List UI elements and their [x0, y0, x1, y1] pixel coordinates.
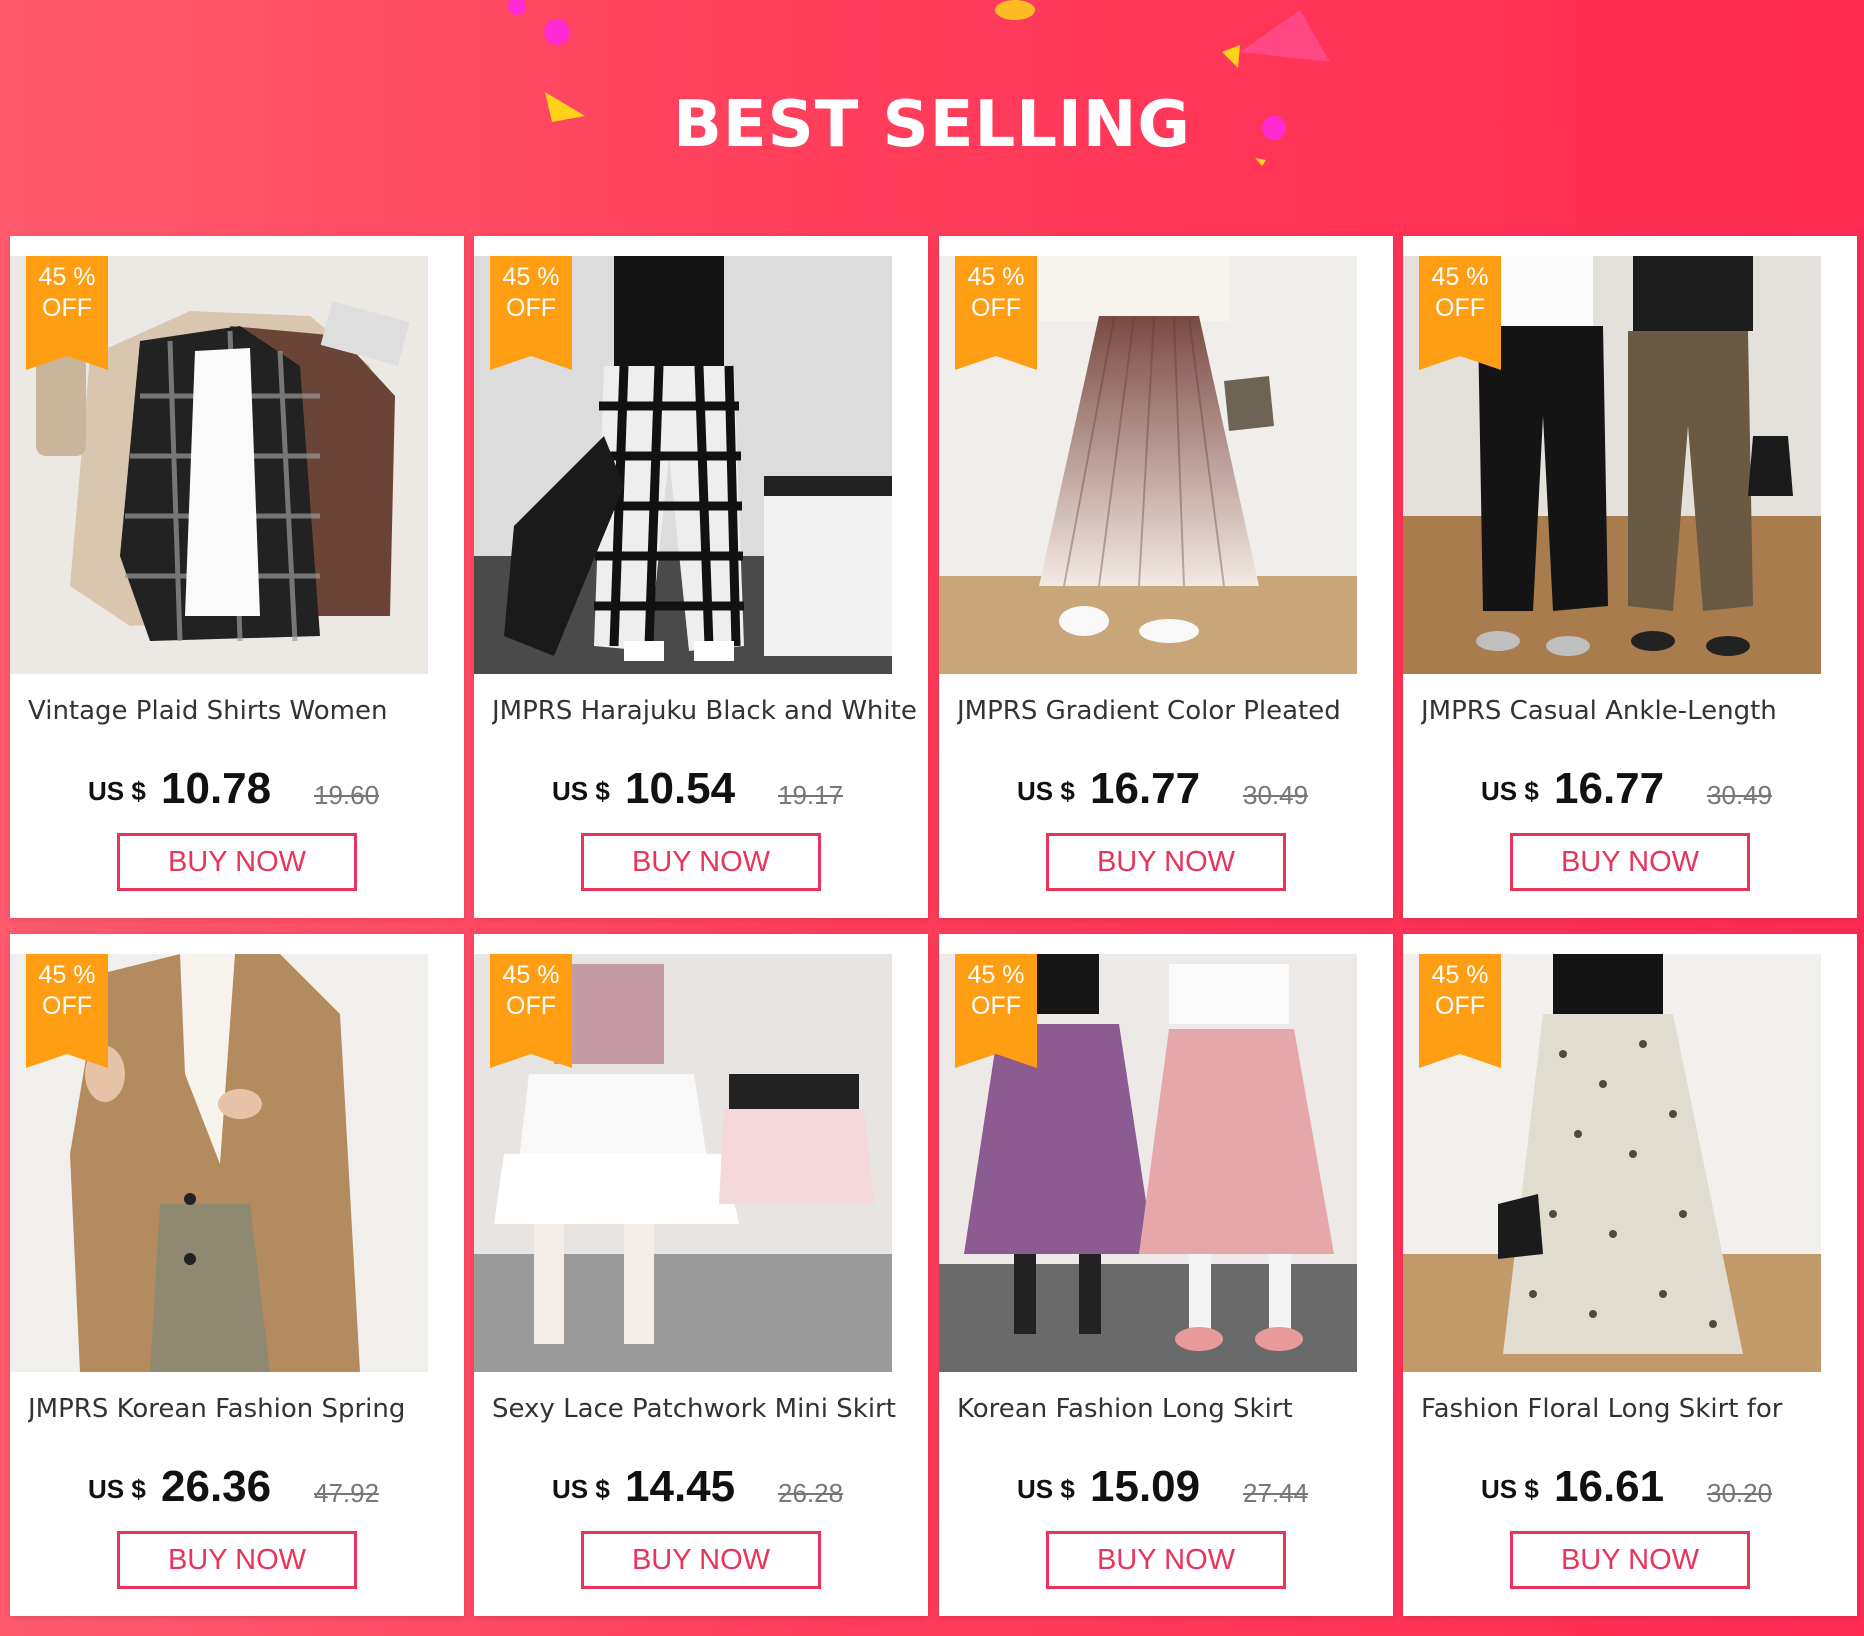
discount-percent: 45 % — [38, 263, 96, 291]
sale-price: 16.61 — [1554, 1462, 1665, 1511]
product-title[interactable]: JMPRS Gradient Color Pleated — [957, 696, 1387, 726]
discount-percent: 45 % — [1431, 961, 1489, 989]
discount-badge: 45 % OFF — [490, 954, 572, 1068]
original-price: 30.20 — [1707, 1478, 1773, 1508]
price-row: US $ 14.45 26.28 — [474, 1458, 928, 1518]
currency-label: US $ — [88, 1474, 146, 1504]
discount-badge: 45 % OFF — [1419, 256, 1501, 370]
product-grid: 45 % OFF Vintage Plaid Shirts Women US $… — [0, 0, 1864, 1636]
discount-off-label: OFF — [42, 294, 92, 322]
currency-label: US $ — [88, 776, 146, 806]
product-card[interactable]: 45 % OFF JMPRS Gradient Color Pleated US… — [939, 236, 1393, 918]
buy-now-button[interactable]: BUY NOW — [581, 1531, 821, 1589]
sale-price: 16.77 — [1090, 764, 1201, 813]
discount-percent: 45 % — [967, 961, 1025, 989]
discount-off-label: OFF — [971, 294, 1021, 322]
original-price: 30.49 — [1707, 780, 1773, 810]
product-title[interactable]: Fashion Floral Long Skirt for — [1421, 1394, 1851, 1424]
discount-off-label: OFF — [506, 294, 556, 322]
price-row: US $ 16.61 30.20 — [1403, 1458, 1857, 1518]
product-card[interactable]: 45 % OFF Sexy Lace Patchwork Mini Skirt … — [474, 934, 928, 1616]
original-price: 47.92 — [314, 1478, 380, 1508]
buy-now-button[interactable]: BUY NOW — [1046, 1531, 1286, 1589]
discount-badge: 45 % OFF — [490, 256, 572, 370]
sale-price: 16.77 — [1554, 764, 1665, 813]
discount-off-label: OFF — [971, 992, 1021, 1020]
original-price: 26.28 — [778, 1478, 844, 1508]
product-image[interactable]: 45 % OFF — [1403, 954, 1821, 1372]
currency-label: US $ — [552, 776, 610, 806]
price-row: US $ 15.09 27.44 — [939, 1458, 1393, 1518]
price-row: US $ 16.77 30.49 — [1403, 760, 1857, 820]
product-card[interactable]: 45 % OFF JMPRS Casual Ankle-Length US $ … — [1403, 236, 1857, 918]
sale-price: 10.54 — [625, 764, 736, 813]
product-image[interactable]: 45 % OFF — [939, 256, 1357, 674]
currency-label: US $ — [1017, 776, 1075, 806]
product-image[interactable]: 45 % OFF — [474, 954, 892, 1372]
buy-now-button[interactable]: BUY NOW — [117, 833, 357, 891]
discount-percent: 45 % — [502, 263, 560, 291]
product-image[interactable]: 45 % OFF — [1403, 256, 1821, 674]
price-row: US $ 10.54 19.17 — [474, 760, 928, 820]
discount-badge: 45 % OFF — [26, 954, 108, 1068]
discount-off-label: OFF — [1435, 992, 1485, 1020]
buy-now-button[interactable]: BUY NOW — [117, 1531, 357, 1589]
product-title[interactable]: JMPRS Casual Ankle-Length — [1421, 696, 1851, 726]
sale-price: 15.09 — [1090, 1462, 1201, 1511]
currency-label: US $ — [1017, 1474, 1075, 1504]
discount-badge: 45 % OFF — [26, 256, 108, 370]
discount-off-label: OFF — [1435, 294, 1485, 322]
buy-now-button[interactable]: BUY NOW — [581, 833, 821, 891]
product-card[interactable]: 45 % OFF JMPRS Harajuku Black and White … — [474, 236, 928, 918]
product-card[interactable]: 45 % OFF JMPRS Korean Fashion Spring US … — [10, 934, 464, 1616]
product-image[interactable]: 45 % OFF — [10, 256, 428, 674]
buy-now-button[interactable]: BUY NOW — [1510, 1531, 1750, 1589]
discount-percent: 45 % — [38, 961, 96, 989]
product-title[interactable]: Vintage Plaid Shirts Women — [28, 696, 458, 726]
product-title[interactable]: JMPRS Harajuku Black and White — [492, 696, 922, 726]
product-title[interactable]: Sexy Lace Patchwork Mini Skirt — [492, 1394, 922, 1424]
product-card[interactable]: 45 % OFF Fashion Floral Long Skirt for U… — [1403, 934, 1857, 1616]
sale-price: 26.36 — [161, 1462, 272, 1511]
product-image[interactable]: 45 % OFF — [939, 954, 1357, 1372]
product-title[interactable]: JMPRS Korean Fashion Spring — [28, 1394, 458, 1424]
buy-now-button[interactable]: BUY NOW — [1510, 833, 1750, 891]
price-row: US $ 26.36 47.92 — [10, 1458, 464, 1518]
original-price: 19.60 — [314, 780, 380, 810]
original-price: 19.17 — [778, 780, 844, 810]
product-card[interactable]: 45 % OFF Korean Fashion Long Skirt US $ … — [939, 934, 1393, 1616]
discount-percent: 45 % — [967, 263, 1025, 291]
discount-percent: 45 % — [502, 961, 560, 989]
currency-label: US $ — [552, 1474, 610, 1504]
discount-badge: 45 % OFF — [955, 256, 1037, 370]
discount-off-label: OFF — [506, 992, 556, 1020]
sale-price: 14.45 — [625, 1462, 736, 1511]
price-row: US $ 16.77 30.49 — [939, 760, 1393, 820]
original-price: 27.44 — [1243, 1478, 1309, 1508]
product-title[interactable]: Korean Fashion Long Skirt — [957, 1394, 1387, 1424]
currency-label: US $ — [1481, 1474, 1539, 1504]
original-price: 30.49 — [1243, 780, 1309, 810]
product-image[interactable]: 45 % OFF — [474, 256, 892, 674]
sale-price: 10.78 — [161, 764, 272, 813]
discount-badge: 45 % OFF — [955, 954, 1037, 1068]
discount-badge: 45 % OFF — [1419, 954, 1501, 1068]
discount-percent: 45 % — [1431, 263, 1489, 291]
product-card[interactable]: 45 % OFF Vintage Plaid Shirts Women US $… — [10, 236, 464, 918]
buy-now-button[interactable]: BUY NOW — [1046, 833, 1286, 891]
currency-label: US $ — [1481, 776, 1539, 806]
product-image[interactable]: 45 % OFF — [10, 954, 428, 1372]
price-row: US $ 10.78 19.60 — [10, 760, 464, 820]
discount-off-label: OFF — [42, 992, 92, 1020]
